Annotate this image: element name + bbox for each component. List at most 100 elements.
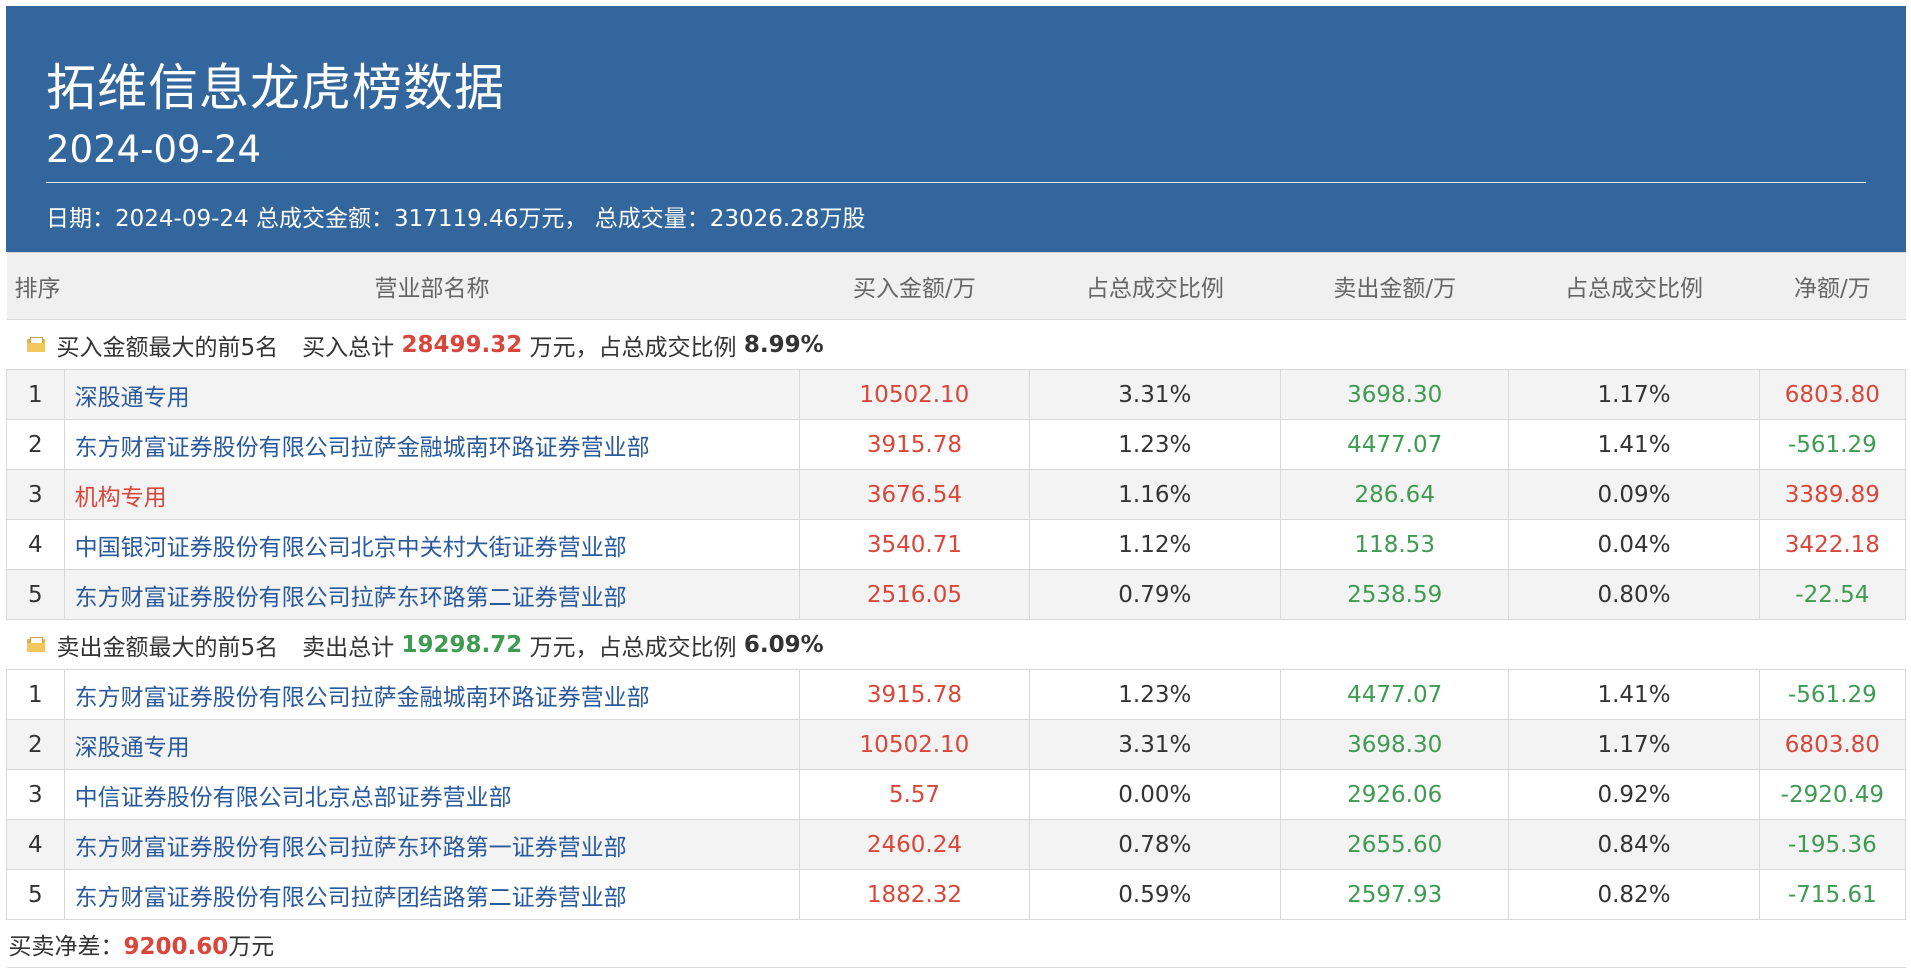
page-header: 拓维信息龙虎榜数据 2024-09-24 日期：2024-09-24 总成交金额… — [6, 6, 1906, 252]
branch-link[interactable]: 深股通专用 — [63, 369, 801, 420]
table-row: 2 深股通专用 10502.10 3.31% 3698.30 1.17% 6803.80 — [6, 719, 1907, 770]
buy-pct: 0.78% — [1028, 819, 1282, 870]
buy-pct: 0.59% — [1028, 869, 1282, 920]
sell-amount: 2538.59 — [1280, 569, 1510, 620]
col-sell-pct: 占总成交比例 — [1508, 252, 1760, 320]
sell-amount: 3698.30 — [1280, 369, 1510, 420]
net-amount: 6803.80 — [1758, 719, 1907, 770]
table-row: 3 机构专用 3676.54 1.16% 286.64 0.09% 3389.89 — [6, 469, 1907, 520]
branch-link[interactable]: 东方财富证券股份有限公司拉萨东环路第一证券营业部 — [63, 819, 801, 870]
summary-info: 日期：2024-09-24 总成交金额：317119.46万元， 总成交量：23… — [46, 202, 865, 236]
sell-amount: 4477.07 — [1280, 669, 1510, 720]
info-volume: 23026.28万股 — [709, 206, 866, 232]
row-rank: 1 — [6, 369, 65, 420]
folder-icon — [26, 337, 45, 352]
col-rank: 排序 — [6, 252, 65, 320]
table-header-row: 排序 营业部名称 买入金额/万 占总成交比例 卖出金额/万 占总成交比例 净额/… — [6, 252, 1906, 320]
buy-pct: 1.23% — [1028, 669, 1282, 720]
col-buy-pct: 占总成交比例 — [1029, 252, 1281, 320]
buy-pct: 3.31% — [1028, 719, 1282, 770]
table-row: 4 东方财富证券股份有限公司拉萨东环路第一证券营业部 2460.24 0.78% 265… — [6, 819, 1907, 870]
info-date-label: 日期： — [46, 206, 115, 232]
branch-link[interactable]: 东方财富证券股份有限公司拉萨团结路第二证券营业部 — [63, 869, 801, 920]
branch-link[interactable]: 东方财富证券股份有限公司拉萨东环路第二证券营业部 — [63, 569, 801, 620]
sell-pct: 1.17% — [1508, 719, 1760, 770]
sell-amount: 2926.06 — [1280, 769, 1510, 820]
table-row: 2 东方财富证券股份有限公司拉萨金融城南环路证券营业部 3915.78 1.23% 44… — [6, 419, 1907, 470]
buy-amount: 5.57 — [799, 769, 1030, 820]
net-diff-unit: 万元 — [228, 933, 275, 960]
branch-link[interactable]: 中信证券股份有限公司北京总部证券营业部 — [63, 769, 801, 820]
net-amount: 3389.89 — [1758, 469, 1907, 520]
buy-total-label: 买入总计 — [302, 334, 395, 361]
sell-amount: 118.53 — [1280, 519, 1510, 570]
row-rank: 5 — [6, 869, 65, 920]
branch-link[interactable]: 东方财富证券股份有限公司拉萨金融城南环路证券营业部 — [63, 669, 801, 720]
sell-amount: 2655.60 — [1280, 819, 1510, 870]
sell-amount: 286.64 — [1280, 469, 1510, 520]
sell-pct: 1.41% — [1508, 669, 1760, 720]
sell-pct: 0.82% — [1508, 869, 1760, 920]
row-rank: 2 — [6, 719, 65, 770]
net-amount: -22.54 — [1758, 569, 1907, 620]
row-rank: 3 — [6, 769, 65, 820]
net-amount: -2920.49 — [1758, 769, 1907, 820]
buy-total-ratio: 8.99% — [743, 331, 824, 358]
net-diff-label: 买卖净差： — [8, 933, 124, 960]
sell-pct: 0.92% — [1508, 769, 1760, 820]
lhb-page: 拓维信息龙虎榜数据 2024-09-24 日期：2024-09-24 总成交金额… — [6, 6, 1907, 968]
branch-link[interactable]: 深股通专用 — [63, 719, 801, 770]
sell-pct: 0.09% — [1508, 469, 1760, 520]
row-rank: 5 — [6, 569, 65, 620]
net-amount: -715.61 — [1758, 869, 1907, 920]
sell-pct: 1.17% — [1508, 369, 1760, 420]
buy-amount: 1882.32 — [799, 869, 1030, 920]
sell-total-suffix: 万元，占总成交比例 — [529, 634, 737, 661]
table-row: 3 中信证券股份有限公司北京总部证券营业部 5.57 0.00% 2926.06 0.92… — [6, 769, 1907, 820]
sell-total-value: 19298.72 — [401, 631, 523, 658]
buy-amount: 3676.54 — [799, 469, 1030, 520]
buy-pct: 1.12% — [1028, 519, 1282, 570]
net-diff-row: 买卖净差：9200.60万元 — [6, 919, 1906, 968]
net-amount: -195.36 — [1758, 819, 1907, 870]
table-row: 4 中国银河证券股份有限公司北京中关村大街证券营业部 3540.71 1.12% 118… — [6, 519, 1907, 570]
sell-section-header: 卖出金额最大的前5名 卖出总计 19298.72 万元，占总成交比例 6.09% — [6, 619, 1906, 670]
header-divider — [46, 182, 1866, 183]
branch-link[interactable]: 东方财富证券股份有限公司拉萨金融城南环路证券营业部 — [63, 419, 801, 470]
buy-amount: 10502.10 — [799, 369, 1030, 420]
row-rank: 4 — [6, 519, 65, 570]
sell-total-ratio: 6.09% — [743, 631, 824, 658]
buy-amount: 3915.78 — [799, 419, 1030, 470]
net-amount: -561.29 — [1758, 419, 1907, 470]
sell-pct: 0.80% — [1508, 569, 1760, 620]
buy-section-header: 买入金额最大的前5名 买入总计 28499.32 万元，占总成交比例 8.99% — [6, 319, 1906, 370]
row-rank: 2 — [6, 419, 65, 470]
sell-amount: 4477.07 — [1280, 419, 1510, 470]
sell-amount: 2597.93 — [1280, 869, 1510, 920]
sell-total-label: 卖出总计 — [302, 634, 395, 661]
col-buy: 买入金额/万 — [799, 252, 1030, 320]
lhb-table: 排序 营业部名称 买入金额/万 占总成交比例 卖出金额/万 占总成交比例 净额/… — [6, 252, 1907, 968]
sell-pct: 0.04% — [1508, 519, 1760, 570]
buy-amount: 10502.10 — [799, 719, 1030, 770]
col-sell: 卖出金额/万 — [1280, 252, 1509, 320]
page-date: 2024-09-24 — [46, 128, 262, 171]
col-net: 净额/万 — [1759, 252, 1906, 320]
buy-pct: 0.00% — [1028, 769, 1282, 820]
buy-amount: 2460.24 — [799, 819, 1030, 870]
branch-link[interactable]: 机构专用 — [63, 469, 801, 520]
row-rank: 1 — [6, 669, 65, 720]
buy-total-value: 28499.32 — [401, 331, 523, 358]
sell-section-label: 卖出金额最大的前5名 — [56, 634, 279, 661]
table-row: 5 东方财富证券股份有限公司拉萨团结路第二证券营业部 1882.32 0.59% 259… — [6, 869, 1907, 920]
table-row: 1 东方财富证券股份有限公司拉萨金融城南环路证券营业部 3915.78 1.23% 44… — [6, 669, 1907, 720]
buy-pct: 1.23% — [1028, 419, 1282, 470]
table-row: 1 深股通专用 10502.10 3.31% 3698.30 1.17% 6803.80 — [6, 369, 1907, 420]
buy-amount: 2516.05 — [799, 569, 1030, 620]
buy-section-label: 买入金额最大的前5名 — [56, 334, 279, 361]
sell-pct: 1.41% — [1508, 419, 1760, 470]
buy-pct: 0.79% — [1028, 569, 1282, 620]
net-amount: 6803.80 — [1758, 369, 1907, 420]
row-rank: 4 — [6, 819, 65, 870]
branch-link[interactable]: 中国银河证券股份有限公司北京中关村大街证券营业部 — [63, 519, 801, 570]
